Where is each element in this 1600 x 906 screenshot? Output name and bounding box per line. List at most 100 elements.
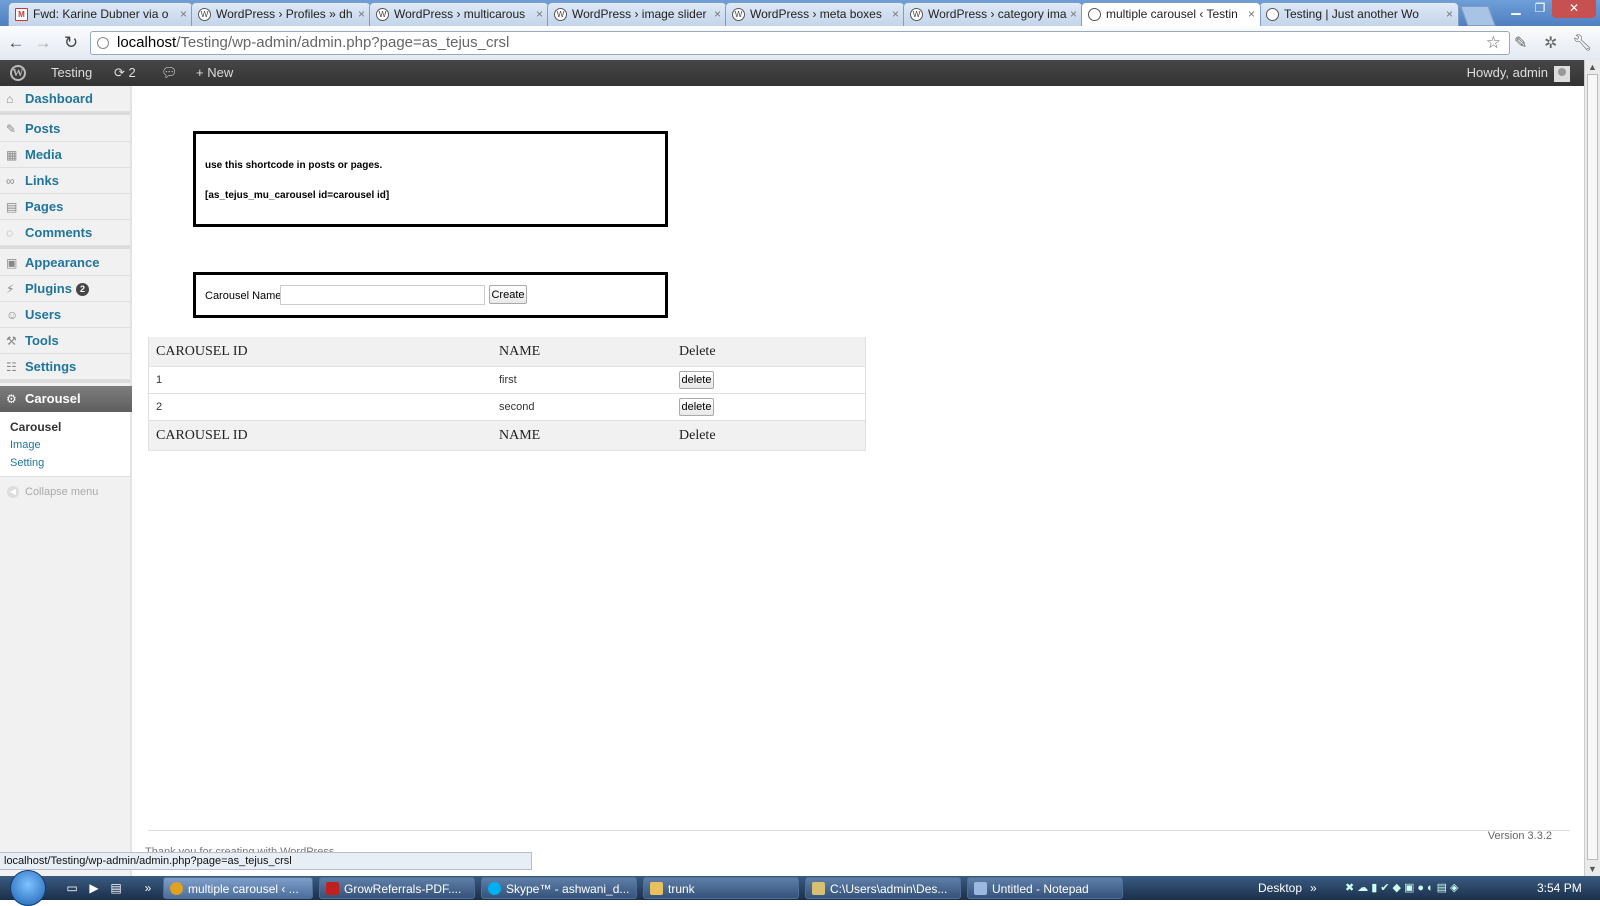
page-scrollbar[interactable]: ▲ ▼ [1584, 60, 1600, 876]
bookmark-star-icon[interactable]: ☆ [1486, 32, 1501, 54]
update-count-badge: 2 [75, 283, 89, 297]
browser-tab[interactable]: W WordPress › image slider × [547, 2, 727, 26]
sidebar-item-appearance[interactable]: ▣ Appearance [0, 250, 130, 276]
desktop-toolbar-chevron-icon[interactable]: » [1310, 876, 1317, 900]
comment-bubble-icon[interactable]: 💬︎ [161, 60, 178, 86]
address-bar[interactable]: localhost/Testing/wp-admin/admin.php?pag… [90, 31, 1510, 55]
forward-arrow-icon[interactable]: → [32, 32, 54, 54]
browser-tab[interactable]: W WordPress › meta boxes × [725, 2, 905, 26]
browser-tab[interactable]: W WordPress › multicarous × [369, 2, 549, 26]
carousel-name-label: Carousel Name [205, 290, 282, 302]
avatar [1554, 65, 1570, 82]
new-tab-button[interactable] [1460, 6, 1496, 26]
sidebar-item-plugins[interactable]: ⚡︎ Plugins 2 [0, 276, 130, 302]
scrollbar-thumb[interactable] [1587, 74, 1598, 860]
browser-tab[interactable]: W WordPress › Profiles » dh × [191, 2, 371, 26]
sidebar-item-users[interactable]: ☺ Users [0, 302, 130, 328]
table-row: 1 first delete [148, 366, 866, 394]
folder-icon [812, 882, 825, 895]
taskbar-button-explorer[interactable]: C:\Users\admin\Des... [805, 877, 961, 899]
admin-bar-updates[interactable]: ⟳ 2 [114, 60, 136, 86]
tab-close-icon[interactable]: × [536, 3, 543, 26]
taskbar-button-pdf[interactable]: GrowReferrals-PDF.... [319, 877, 475, 899]
sidebar-item-dashboard[interactable]: ⌂ Dashboard [0, 86, 130, 112]
reload-icon[interactable]: ↻ [60, 32, 82, 54]
taskbar-button-browser[interactable]: multiple carousel ‹ ... [163, 877, 313, 899]
main-content: use this shortcode in posts or pages. [a… [132, 86, 1584, 876]
sidebar-item-comments[interactable]: ◌ Comments [0, 220, 130, 246]
extension-icon[interactable]: ✲ [1544, 33, 1557, 53]
sidebar-item-tools[interactable]: ⚒ Tools [0, 328, 130, 354]
footer-divider [148, 830, 1570, 831]
sidebar-item-settings[interactable]: ☷ Settings [0, 354, 130, 380]
tab-close-icon[interactable]: × [892, 3, 899, 26]
eyedropper-icon[interactable]: ✎ [1514, 33, 1527, 53]
minimize-icon[interactable]: ▁ [1504, 0, 1528, 18]
browser-tab[interactable]: M Fwd: Karine Dubner via o × [8, 2, 193, 26]
show-desktop-icon[interactable]: ▭ [64, 880, 80, 896]
submenu-carousel[interactable]: Carousel [10, 420, 61, 434]
wordpress-icon: W [732, 8, 745, 21]
column-header-id: CAROUSEL ID [148, 336, 492, 367]
gear-icon: ⚙ [6, 392, 17, 406]
collapse-menu-button[interactable]: ◀ Collapse menu [0, 482, 130, 502]
admin-bar-new[interactable]: + New [196, 60, 233, 86]
taskbar-button-notepad[interactable]: Untitled - Notepad [967, 877, 1123, 899]
tab-close-icon[interactable]: × [1070, 3, 1077, 26]
admin-bar-site-name[interactable]: Testing [51, 60, 92, 86]
refresh-icon: ⟳ [114, 65, 125, 80]
plugin-icon: ⚡︎ [6, 282, 15, 296]
close-window-icon[interactable]: ✕ [1552, 0, 1596, 18]
scroll-down-arrow-icon[interactable]: ▼ [1588, 864, 1597, 874]
tab-close-icon[interactable]: × [714, 3, 721, 26]
create-button[interactable]: Create [489, 285, 527, 304]
delete-cell: delete [672, 366, 866, 394]
maximize-icon[interactable]: ❐ [1528, 0, 1552, 18]
wrench-icon[interactable]: 🔧︎ [1572, 33, 1592, 53]
tab-close-icon[interactable]: × [358, 3, 365, 26]
scroll-up-arrow-icon[interactable]: ▲ [1588, 62, 1597, 72]
tab-close-icon[interactable]: × [1446, 3, 1453, 26]
submenu-setting[interactable]: Setting [10, 457, 44, 469]
sidebar-item-links[interactable]: ∞ Links [0, 168, 130, 194]
more-quicklaunch-icon[interactable]: » [140, 880, 156, 896]
browser-tab-active[interactable]: multiple carousel ‹ Testin × [1081, 2, 1261, 26]
tab-close-icon[interactable]: × [180, 3, 187, 26]
tools-icon: ⚒ [6, 334, 17, 348]
carousel-id-cell: 2 [148, 393, 492, 421]
taskbar-button-skype[interactable]: Skype™ - ashwani_d... [481, 877, 637, 899]
back-arrow-icon[interactable]: ← [5, 32, 27, 54]
delete-button[interactable]: delete [679, 398, 714, 416]
sidebar-item-media[interactable]: ▦ Media [0, 142, 130, 168]
table-row: 2 second delete [148, 393, 866, 421]
browser-tab-strip: M Fwd: Karine Dubner via o × W WordPress… [0, 0, 1600, 26]
shortcode-text: [as_tejus_mu_carousel id=carousel id] [205, 190, 390, 201]
menu-separator [0, 246, 130, 249]
carousel-name-input[interactable] [280, 285, 485, 305]
browser-tab[interactable]: Testing | Just another Wo × [1259, 2, 1459, 26]
sidebar-item-pages[interactable]: ▤ Pages [0, 194, 130, 220]
collapse-arrow-icon: ◀ [7, 486, 19, 498]
system-tray-icons[interactable]: ✖☁▮✔◆▣●◐▤◈ [1345, 881, 1461, 895]
submenu-image[interactable]: Image [10, 439, 41, 451]
sidebar-item-posts[interactable]: ✎ Posts [0, 116, 130, 142]
taskbar-button-trunk[interactable]: trunk [643, 877, 799, 899]
sidebar-item-carousel[interactable]: ⚙ Carousel [0, 386, 141, 412]
wordpress-icon: W [376, 8, 389, 21]
media-player-icon[interactable]: ▶ [86, 880, 102, 896]
column-header-name: NAME [492, 336, 672, 367]
start-button[interactable] [10, 870, 46, 906]
wordpress-logo-icon[interactable]: W [10, 65, 26, 81]
globe-icon [1088, 8, 1101, 21]
media-icon: ▦ [6, 148, 18, 162]
plus-icon: + [196, 65, 204, 80]
admin-bar-account[interactable]: Howdy, admin [1467, 60, 1570, 86]
delete-button[interactable]: delete [679, 371, 714, 389]
desktop-toolbar-label[interactable]: Desktop [1258, 876, 1302, 900]
explorer-icon[interactable]: ▤ [108, 880, 124, 896]
tab-close-icon[interactable]: × [1248, 3, 1255, 26]
browser-tab[interactable]: W WordPress › category ima × [903, 2, 1083, 26]
column-header-delete: Delete [672, 336, 866, 367]
clock[interactable]: 3:54 PM [1537, 876, 1582, 900]
windows-taskbar: ▭ ▶ ▤ » multiple carousel ‹ ... GrowRefe… [0, 870, 1600, 906]
